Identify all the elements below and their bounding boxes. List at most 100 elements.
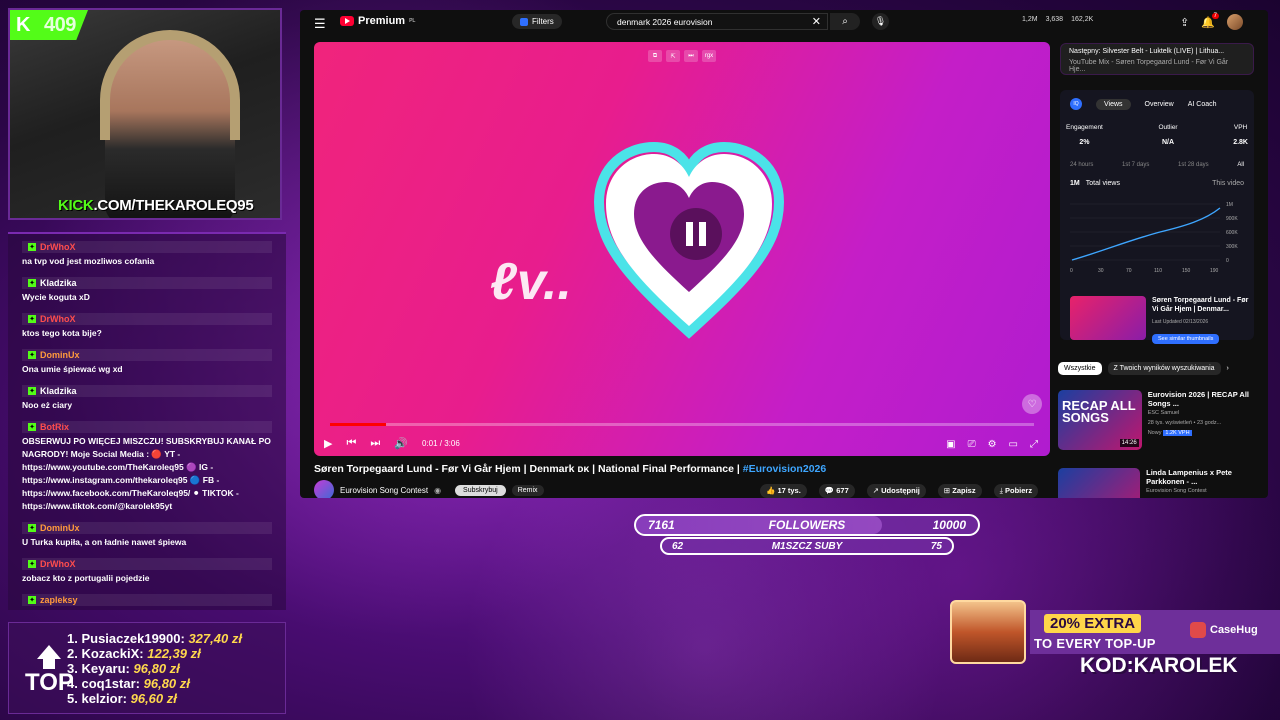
volume-icon[interactable]: 🔊: [394, 437, 408, 450]
subscriber-badge-icon: ✦: [28, 279, 36, 287]
chip-search-results[interactable]: Z Twoich wyników wyszukiwania: [1107, 362, 1221, 375]
chat-username[interactable]: ✦ DominUx: [22, 349, 272, 361]
recommended-meta: Linda Lampenius x Pete Parkkonen - ... Eu…: [1146, 468, 1232, 494]
range-option[interactable]: 24 hours: [1070, 162, 1093, 168]
chat-text: Ona umie śpiewać wg xd: [22, 364, 123, 374]
chevron-right-icon[interactable]: ›: [1227, 365, 1229, 372]
see-similar-button[interactable]: See similar thumbnails: [1152, 334, 1220, 344]
vidiq-logo-icon: IQ: [1070, 98, 1082, 110]
mic-button[interactable]: 🎙: [872, 13, 889, 30]
skip-icon[interactable]: ⏭: [684, 50, 698, 62]
notifications-icon[interactable]: 🔔 7: [1201, 12, 1219, 29]
search-button[interactable]: ⌕: [830, 13, 860, 30]
youtube-topbar: ☰ Premium PL Filters denmark 2026 eurovis…: [300, 10, 1268, 34]
subscriber-badge-icon: ✦: [28, 315, 36, 323]
subscriber-badge-icon: ✦: [28, 387, 36, 395]
tab-overview[interactable]: Overview: [1145, 101, 1174, 108]
video-player[interactable]: ⧉ ⇱ ⏭ rgx ℓv.. ♡ ▶ ⏮ ⏭ 🔊 0:01 / 3:06 ▣ ⎚…: [314, 42, 1050, 456]
video-title: Søren Torpegaard Lund - Før Vi Går Hjem …: [314, 463, 827, 475]
chart-this-video: This video: [1212, 180, 1244, 187]
recommended-video[interactable]: RECAP ALL SONGS 14:26 Eurovision 2026 | RE…: [1058, 390, 1254, 450]
chat-username[interactable]: ✦ Kladzika: [22, 385, 272, 397]
download-button[interactable]: ⤓ Pobierz: [993, 484, 1039, 498]
video-progress-bar[interactable]: [330, 423, 1034, 426]
tab-ai-coach[interactable]: AI Coach: [1188, 101, 1217, 108]
chat-username[interactable]: ✦ DrWhoX: [22, 313, 272, 325]
previous-icon[interactable]: ⏮: [346, 437, 356, 450]
rgx-icon[interactable]: rgx: [702, 50, 716, 62]
comments-button[interactable]: 💬 677: [818, 484, 855, 498]
save-button[interactable]: ⊞ Zapisz: [937, 484, 982, 498]
chat-message: ✦ BotRix OBSERWUJ PO WIĘCEJ MISZCZU! SUBSK…: [8, 414, 286, 515]
chat-username[interactable]: ✦ DominUx: [22, 522, 272, 534]
chart-y-tick: 900K: [1226, 216, 1238, 222]
vidiq-thumbnail[interactable]: [1070, 296, 1146, 340]
vidiq-check-icon[interactable]: ♡: [1022, 394, 1042, 414]
hashtag-link[interactable]: #Eurovision2026: [743, 463, 826, 475]
export-icon[interactable]: ⇱: [666, 50, 680, 62]
chat-user-name: zapleksy: [40, 595, 78, 605]
header-stat: 1,2M: [1022, 16, 1038, 23]
miniplayer-icon[interactable]: ▭: [1009, 439, 1018, 450]
chat-user-name: DrWhoX: [40, 559, 76, 569]
chart-x-tick: 70: [1126, 268, 1132, 274]
header-stats: 1,2M 3,638 162,2K: [1022, 16, 1093, 23]
range-option[interactable]: All: [1237, 162, 1244, 168]
chat-user-name: DominUx: [40, 350, 80, 360]
recommended-thumbnail[interactable]: RECAP ALL SONGS 14:26: [1058, 390, 1142, 450]
chart-x-tick: 30: [1098, 268, 1104, 274]
vidiq-range-selector: 24 hours 1st 7 days 1st 28 days All: [1070, 162, 1244, 168]
filters-button[interactable]: Filters: [512, 14, 562, 29]
range-option[interactable]: 1st 28 days: [1178, 162, 1209, 168]
next-up-panel[interactable]: Następny: Silvester Belt - Luktelk (LIVE…: [1060, 43, 1254, 75]
play-icon[interactable]: ▶: [324, 437, 332, 450]
subtitles-icon[interactable]: ⎚: [968, 439, 976, 450]
subs-goal-bar: 62 M1SZCZ SUBY 75: [660, 537, 954, 555]
kick-viewer-badge: K 409: [10, 10, 88, 40]
channel-name[interactable]: Eurovision Song Contest: [340, 486, 428, 495]
share-button[interactable]: ↗ Udostępnij: [866, 484, 926, 498]
search-input[interactable]: denmark 2026 eurovision ✕: [606, 13, 828, 30]
chat-username[interactable]: ✦ DrWhoX: [22, 241, 272, 253]
fullscreen-icon[interactable]: ⤢: [1030, 439, 1038, 450]
chart-label[interactable]: Total views: [1086, 180, 1120, 187]
subscriber-badge-icon: ✦: [28, 243, 36, 251]
account-avatar[interactable]: [1226, 14, 1243, 30]
next-icon[interactable]: ⏭: [370, 437, 380, 450]
tab-views[interactable]: Views: [1096, 98, 1131, 110]
remix-button[interactable]: Remix: [511, 484, 544, 496]
chat-text: zobacz kto z portugalii pojedzie: [22, 573, 150, 583]
followers-goal-bar: 7161 FOLLOWERS 10000: [634, 514, 980, 536]
webcam-feed: K 409 KICK.COM/THEKAROLEQ95: [8, 8, 282, 220]
recommended-thumbnail[interactable]: [1058, 468, 1141, 498]
heart-graphic: [593, 141, 785, 342]
recommended-video[interactable]: Linda Lampenius x Pete Parkkonen - ... Eu…: [1058, 468, 1254, 498]
subscribe-button[interactable]: Subskrybuj: [455, 484, 506, 496]
chat-text: na tvp vod jest mozliwos cofania: [22, 256, 155, 266]
vidiq-player-icon[interactable]: ▣: [946, 439, 955, 450]
leaderboard-entry: 1. Pusiaczek19900: 327,40 zł: [67, 631, 242, 646]
copy-icon[interactable]: ⧉: [648, 50, 662, 62]
chat-text: OBSERWUJ PO WIĘCEJ MISZCZU! SUBSKRYBUJ K…: [22, 436, 271, 511]
clear-icon[interactable]: ✕: [812, 15, 821, 28]
subscriber-badge-icon: ✦: [28, 560, 36, 568]
chat-username[interactable]: ✦ DrWhoX: [22, 558, 272, 570]
menu-icon[interactable]: ☰: [314, 16, 326, 32]
upload-icon[interactable]: ⇪: [1180, 16, 1189, 29]
chat-message: ✦ DominUx Ona umie śpiewać wg xd: [8, 342, 286, 378]
channel-avatar[interactable]: [314, 480, 334, 498]
youtube-logo[interactable]: Premium PL: [340, 15, 415, 27]
subscriber-badge-icon: ✦: [28, 423, 36, 431]
followers-label: FOLLOWERS: [768, 518, 846, 532]
chat-username[interactable]: ✦ Kladzika: [22, 277, 272, 289]
chat-user-name: BotRix: [40, 422, 69, 432]
search-icon: ⌕: [842, 16, 848, 27]
settings-icon[interactable]: ⚙: [988, 439, 997, 450]
chat-username[interactable]: ✦ zapleksy: [22, 594, 272, 606]
casehug-promo: 20% EXTRA TO EVERY TOP-UP CaseHug KOD:KA…: [950, 596, 1280, 686]
chip-all[interactable]: Wszystkie: [1058, 362, 1102, 375]
subscriber-badge-icon: ✦: [28, 524, 36, 532]
range-option[interactable]: 1st 7 days: [1122, 162, 1149, 168]
like-button[interactable]: 👍 17 tys.: [760, 484, 807, 498]
chat-username[interactable]: ✦ BotRix: [22, 421, 272, 433]
